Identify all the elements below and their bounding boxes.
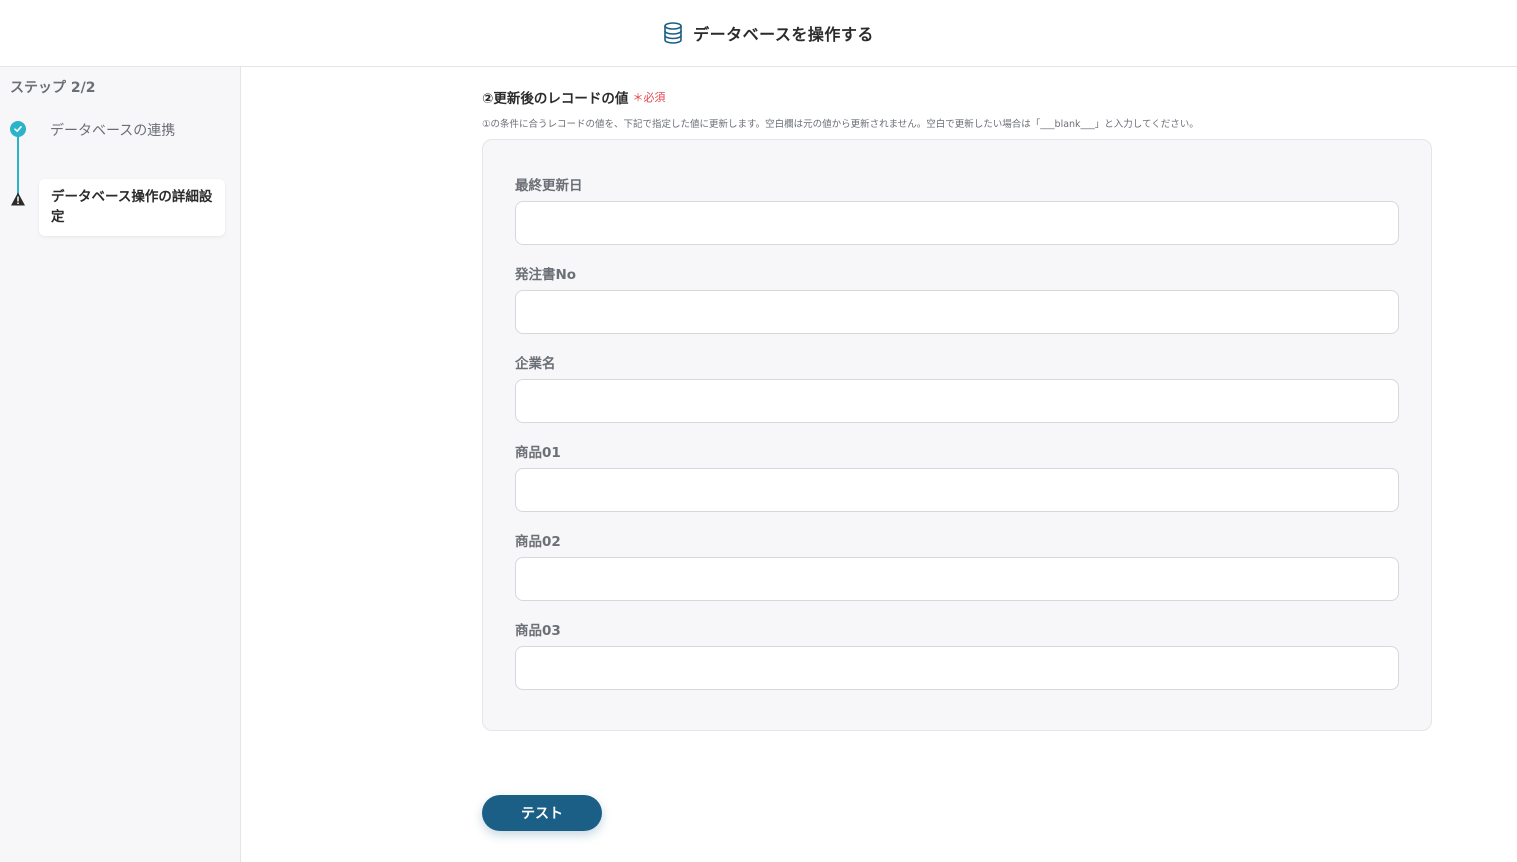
field-label-product03: 商品03 bbox=[515, 623, 561, 639]
page-title: データベースを操作する bbox=[693, 25, 874, 44]
product02-input[interactable] bbox=[515, 557, 1399, 601]
field-label-last-updated: 最終更新日 bbox=[515, 178, 583, 194]
field-label-product02: 商品02 bbox=[515, 534, 561, 550]
sidebar-step-database-link[interactable]: データベースの連携 bbox=[50, 120, 175, 140]
database-icon bbox=[663, 22, 683, 44]
field-label-product01: 商品01 bbox=[515, 445, 561, 461]
sidebar: ステップ 2/2 データベースの連携 データベース操作の詳細設定 bbox=[0, 67, 241, 862]
test-button[interactable]: テスト bbox=[482, 795, 602, 831]
company-input[interactable] bbox=[515, 379, 1399, 423]
required-badge: ＊必須 bbox=[632, 89, 665, 105]
section-description: ①の条件に合うレコードの値を、下記で指定した値に更新します。空白欄は元の値から更… bbox=[482, 119, 1199, 130]
product03-input[interactable] bbox=[515, 646, 1399, 690]
check-icon bbox=[10, 121, 26, 137]
last-updated-input[interactable] bbox=[515, 201, 1399, 245]
warning-icon bbox=[10, 191, 26, 207]
header: データベースを操作する bbox=[0, 0, 1517, 67]
step-counter: ステップ 2/2 bbox=[10, 80, 96, 96]
product01-input[interactable] bbox=[515, 468, 1399, 512]
sidebar-step-database-detail[interactable]: データベース操作の詳細設定 bbox=[39, 179, 225, 236]
section-title-text: ②更新後のレコードの値 bbox=[482, 91, 629, 107]
field-label-order-no: 発注書No bbox=[515, 267, 577, 283]
order-no-input[interactable] bbox=[515, 290, 1399, 334]
header-inner: データベースを操作する bbox=[663, 21, 874, 45]
step-connector bbox=[17, 129, 19, 199]
field-panel: 最終更新日 発注書No 企業名 商品01 商品02 商品03 bbox=[482, 139, 1432, 731]
required-label: 必須 bbox=[643, 91, 666, 104]
field-label-company: 企業名 bbox=[515, 356, 556, 372]
required-asterisk: ＊ bbox=[632, 91, 644, 104]
main-content: ②更新後のレコードの値 ＊必須 ①の条件に合うレコードの値を、下記で指定した値に… bbox=[241, 67, 1517, 862]
section-title: ②更新後のレコードの値 ＊必須 bbox=[482, 87, 665, 107]
